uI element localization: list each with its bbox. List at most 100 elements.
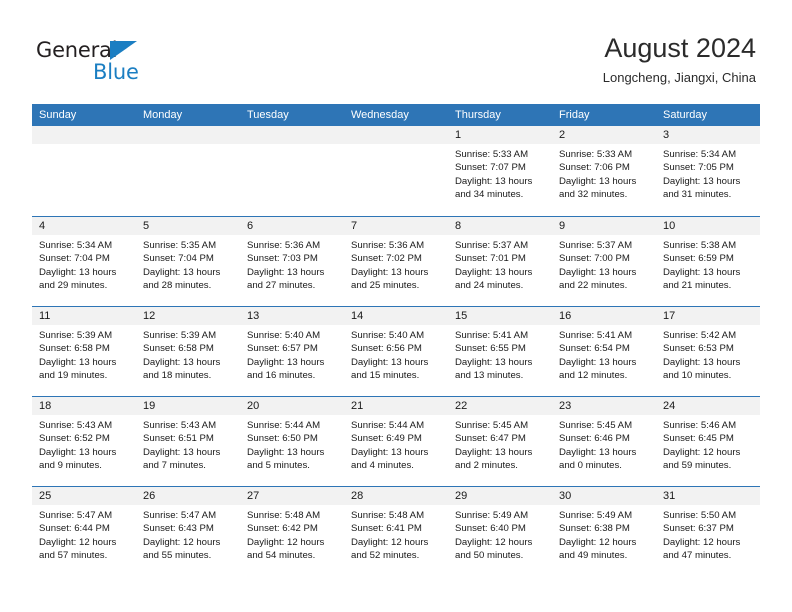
day-number: 10	[656, 217, 760, 235]
sunrise-text: Sunrise: 5:44 AM	[351, 420, 425, 431]
sunrise-text: Sunrise: 5:34 AM	[663, 149, 737, 160]
day-details: Sunrise: 5:48 AM Sunset: 6:41 PM Daylight:…	[344, 505, 448, 562]
day-cell[interactable]: 16 Sunrise: 5:41 AM Sunset: 6:54 PM Dayligh…	[552, 307, 656, 396]
day-number: 28	[344, 487, 448, 505]
week-row: 1 Sunrise: 5:33 AM Sunset: 7:07 PM Daylight…	[32, 126, 760, 216]
day-cell[interactable]: 27 Sunrise: 5:48 AM Sunset: 6:42 PM Dayligh…	[240, 487, 344, 576]
sunset-text: Sunset: 7:04 PM	[39, 253, 110, 265]
day-details: Sunrise: 5:43 AM Sunset: 6:51 PM Daylight:…	[136, 415, 240, 472]
daylight-text: Daylight: 13 hours and 31 minutes.	[663, 175, 741, 200]
sunrise-text: Sunrise: 5:41 AM	[455, 330, 529, 341]
weekday-sunday: Sunday	[39, 109, 77, 121]
day-number: 5	[136, 217, 240, 235]
day-cell[interactable]: 9 Sunrise: 5:37 AM Sunset: 7:00 PM Daylight…	[552, 217, 656, 306]
day-details: Sunrise: 5:34 AM Sunset: 7:05 PM Daylight:…	[656, 144, 760, 201]
sunset-text: Sunset: 6:46 PM	[559, 433, 630, 445]
day-number: 21	[344, 397, 448, 415]
sunset-text: Sunset: 6:57 PM	[247, 343, 318, 355]
day-cell[interactable]: 24 Sunrise: 5:46 AM Sunset: 6:45 PM Dayligh…	[656, 397, 760, 486]
day-details: Sunrise: 5:37 AM Sunset: 7:00 PM Daylight:…	[552, 235, 656, 292]
sunset-text: Sunset: 7:00 PM	[559, 253, 630, 265]
daylight-text: Daylight: 12 hours and 47 minutes.	[663, 536, 741, 561]
logo-triangle-icon	[110, 41, 137, 60]
day-number: 20	[240, 397, 344, 415]
sunrise-text: Sunrise: 5:48 AM	[351, 510, 425, 521]
day-cell[interactable]: 6 Sunrise: 5:36 AM Sunset: 7:03 PM Daylight…	[240, 217, 344, 306]
day-cell[interactable]: 18 Sunrise: 5:43 AM Sunset: 6:52 PM Dayligh…	[32, 397, 136, 486]
day-cell[interactable]: 31 Sunrise: 5:50 AM Sunset: 6:37 PM Dayligh…	[656, 487, 760, 576]
day-cell[interactable]: 14 Sunrise: 5:40 AM Sunset: 6:56 PM Dayligh…	[344, 307, 448, 396]
weeks-container: 1 Sunrise: 5:33 AM Sunset: 7:07 PM Daylight…	[32, 126, 760, 576]
day-cell[interactable]: 13 Sunrise: 5:40 AM Sunset: 6:57 PM Dayligh…	[240, 307, 344, 396]
daylight-text: Daylight: 13 hours and 5 minutes.	[247, 446, 325, 471]
weekday-tuesday: Tuesday	[247, 109, 289, 121]
day-cell[interactable]: 12 Sunrise: 5:39 AM Sunset: 6:58 PM Dayligh…	[136, 307, 240, 396]
day-details: Sunrise: 5:45 AM Sunset: 6:47 PM Daylight:…	[448, 415, 552, 472]
day-cell[interactable]: 4 Sunrise: 5:34 AM Sunset: 7:04 PM Daylight…	[32, 217, 136, 306]
day-cell[interactable]: 21 Sunrise: 5:44 AM Sunset: 6:49 PM Dayligh…	[344, 397, 448, 486]
day-cell[interactable]: 2 Sunrise: 5:33 AM Sunset: 7:06 PM Daylight…	[552, 126, 656, 216]
day-number: 30	[552, 487, 656, 505]
day-cell[interactable]: 26 Sunrise: 5:47 AM Sunset: 6:43 PM Dayligh…	[136, 487, 240, 576]
day-number: 2	[552, 126, 656, 144]
day-number: 9	[552, 217, 656, 235]
weekday-saturday: Saturday	[663, 109, 708, 121]
sunrise-text: Sunrise: 5:36 AM	[351, 240, 425, 251]
day-cell[interactable]: 8 Sunrise: 5:37 AM Sunset: 7:01 PM Daylight…	[448, 217, 552, 306]
week-row: 11 Sunrise: 5:39 AM Sunset: 6:58 PM Dayligh…	[32, 306, 760, 396]
daylight-text: Daylight: 12 hours and 54 minutes.	[247, 536, 325, 561]
day-details: Sunrise: 5:38 AM Sunset: 6:59 PM Daylight:…	[656, 235, 760, 292]
sunset-text: Sunset: 6:58 PM	[39, 343, 110, 355]
sunset-text: Sunset: 6:55 PM	[455, 343, 526, 355]
sunset-text: Sunset: 7:05 PM	[663, 162, 734, 174]
sunset-text: Sunset: 6:44 PM	[39, 523, 110, 535]
sunrise-text: Sunrise: 5:35 AM	[143, 240, 217, 251]
logo-text-blue: Blue	[93, 60, 139, 84]
weekday-thursday: Thursday	[455, 109, 501, 121]
day-cell[interactable]: 3 Sunrise: 5:34 AM Sunset: 7:05 PM Daylight…	[656, 126, 760, 216]
sunset-text: Sunset: 6:47 PM	[455, 433, 526, 445]
daylight-text: Daylight: 13 hours and 18 minutes.	[143, 356, 221, 381]
day-cell[interactable]: 11 Sunrise: 5:39 AM Sunset: 6:58 PM Dayligh…	[32, 307, 136, 396]
sunset-text: Sunset: 7:03 PM	[247, 253, 318, 265]
day-cell[interactable]: 20 Sunrise: 5:44 AM Sunset: 6:50 PM Dayligh…	[240, 397, 344, 486]
day-cell[interactable]: 28 Sunrise: 5:48 AM Sunset: 6:41 PM Dayligh…	[344, 487, 448, 576]
sunset-text: Sunset: 6:59 PM	[663, 253, 734, 265]
week-row: 25 Sunrise: 5:47 AM Sunset: 6:44 PM Dayligh…	[32, 486, 760, 576]
day-details: Sunrise: 5:45 AM Sunset: 6:46 PM Daylight:…	[552, 415, 656, 472]
day-cell[interactable]: 15 Sunrise: 5:41 AM Sunset: 6:55 PM Dayligh…	[448, 307, 552, 396]
day-details: Sunrise: 5:47 AM Sunset: 6:43 PM Daylight:…	[136, 505, 240, 562]
day-cell[interactable]: 22 Sunrise: 5:45 AM Sunset: 6:47 PM Dayligh…	[448, 397, 552, 486]
day-cell[interactable]: 17 Sunrise: 5:42 AM Sunset: 6:53 PM Dayligh…	[656, 307, 760, 396]
day-cell[interactable]: 19 Sunrise: 5:43 AM Sunset: 6:51 PM Dayligh…	[136, 397, 240, 486]
day-cell[interactable]: 25 Sunrise: 5:47 AM Sunset: 6:44 PM Dayligh…	[32, 487, 136, 576]
day-details: Sunrise: 5:43 AM Sunset: 6:52 PM Daylight:…	[32, 415, 136, 472]
sunrise-text: Sunrise: 5:45 AM	[559, 420, 633, 431]
page-header: General Blue August 2024 Longcheng, Jian…	[0, 0, 792, 104]
page-title: August 2024	[604, 33, 756, 63]
daylight-text: Daylight: 13 hours and 12 minutes.	[559, 356, 637, 381]
general-blue-logo[interactable]: General Blue	[36, 38, 176, 86]
day-details: Sunrise: 5:41 AM Sunset: 6:55 PM Daylight:…	[448, 325, 552, 382]
sunset-text: Sunset: 6:58 PM	[143, 343, 214, 355]
day-number: 13	[240, 307, 344, 325]
day-cell-empty	[344, 126, 448, 216]
day-details: Sunrise: 5:40 AM Sunset: 6:56 PM Daylight:…	[344, 325, 448, 382]
day-cell[interactable]: 1 Sunrise: 5:33 AM Sunset: 7:07 PM Daylight…	[448, 126, 552, 216]
day-cell[interactable]: 10 Sunrise: 5:38 AM Sunset: 6:59 PM Dayligh…	[656, 217, 760, 306]
sunset-text: Sunset: 6:40 PM	[455, 523, 526, 535]
day-cell[interactable]: 30 Sunrise: 5:49 AM Sunset: 6:38 PM Dayligh…	[552, 487, 656, 576]
day-number: 7	[344, 217, 448, 235]
sunrise-text: Sunrise: 5:43 AM	[143, 420, 217, 431]
day-cell[interactable]: 5 Sunrise: 5:35 AM Sunset: 7:04 PM Daylight…	[136, 217, 240, 306]
sunrise-text: Sunrise: 5:41 AM	[559, 330, 633, 341]
day-number: 3	[656, 126, 760, 144]
day-cell[interactable]: 29 Sunrise: 5:49 AM Sunset: 6:40 PM Dayligh…	[448, 487, 552, 576]
sunrise-text: Sunrise: 5:49 AM	[559, 510, 633, 521]
day-cell[interactable]: 23 Sunrise: 5:45 AM Sunset: 6:46 PM Dayligh…	[552, 397, 656, 486]
daylight-text: Daylight: 13 hours and 22 minutes.	[559, 266, 637, 291]
sunset-text: Sunset: 7:02 PM	[351, 253, 422, 265]
day-details: Sunrise: 5:37 AM Sunset: 7:01 PM Daylight:…	[448, 235, 552, 292]
day-details: Sunrise: 5:36 AM Sunset: 7:03 PM Daylight:…	[240, 235, 344, 292]
day-cell[interactable]: 7 Sunrise: 5:36 AM Sunset: 7:02 PM Daylight…	[344, 217, 448, 306]
